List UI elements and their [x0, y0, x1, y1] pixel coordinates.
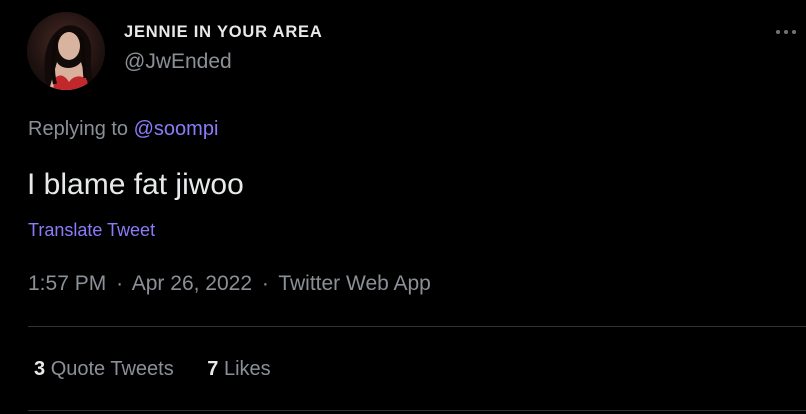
- quote-tweets-count: 3: [34, 358, 46, 380]
- display-name[interactable]: JENNIE IN YOUR AREA: [124, 23, 323, 42]
- separator: ·: [116, 272, 124, 295]
- divider: [28, 410, 806, 411]
- avatar[interactable]: [27, 12, 105, 90]
- tweet-detail: JENNIE IN YOUR AREA @JwEnded Replying to…: [0, 0, 806, 414]
- likes-stat[interactable]: 7 Likes: [207, 358, 270, 381]
- profile-photo-icon: [44, 25, 97, 90]
- tweet-source[interactable]: Twitter Web App: [278, 272, 431, 295]
- translate-tweet-link[interactable]: Translate Tweet: [28, 220, 155, 241]
- divider: [28, 326, 806, 327]
- mention-link[interactable]: @soompi: [134, 118, 219, 140]
- tweet-date[interactable]: Apr 26, 2022: [132, 272, 252, 295]
- replying-to-label: Replying to: [28, 118, 129, 140]
- quote-tweets-label: Quote Tweets: [50, 358, 174, 380]
- likes-label: Likes: [223, 358, 271, 380]
- likes-count: 7: [207, 358, 219, 380]
- user-handle[interactable]: @JwEnded: [124, 50, 232, 74]
- tweet-stats: 3 Quote Tweets 7 Likes: [34, 358, 271, 381]
- quote-tweets-stat[interactable]: 3 Quote Tweets: [34, 358, 174, 381]
- separator: ·: [261, 272, 269, 295]
- tweet-metadata: 1:57 PM · Apr 26, 2022 · Twitter Web App: [28, 272, 431, 296]
- reply-context: Replying to @soompi: [28, 118, 218, 141]
- tweet-time[interactable]: 1:57 PM: [28, 272, 106, 295]
- more-horizontal-icon[interactable]: [773, 22, 799, 40]
- tweet-text: I blame fat jiwoo: [27, 168, 244, 201]
